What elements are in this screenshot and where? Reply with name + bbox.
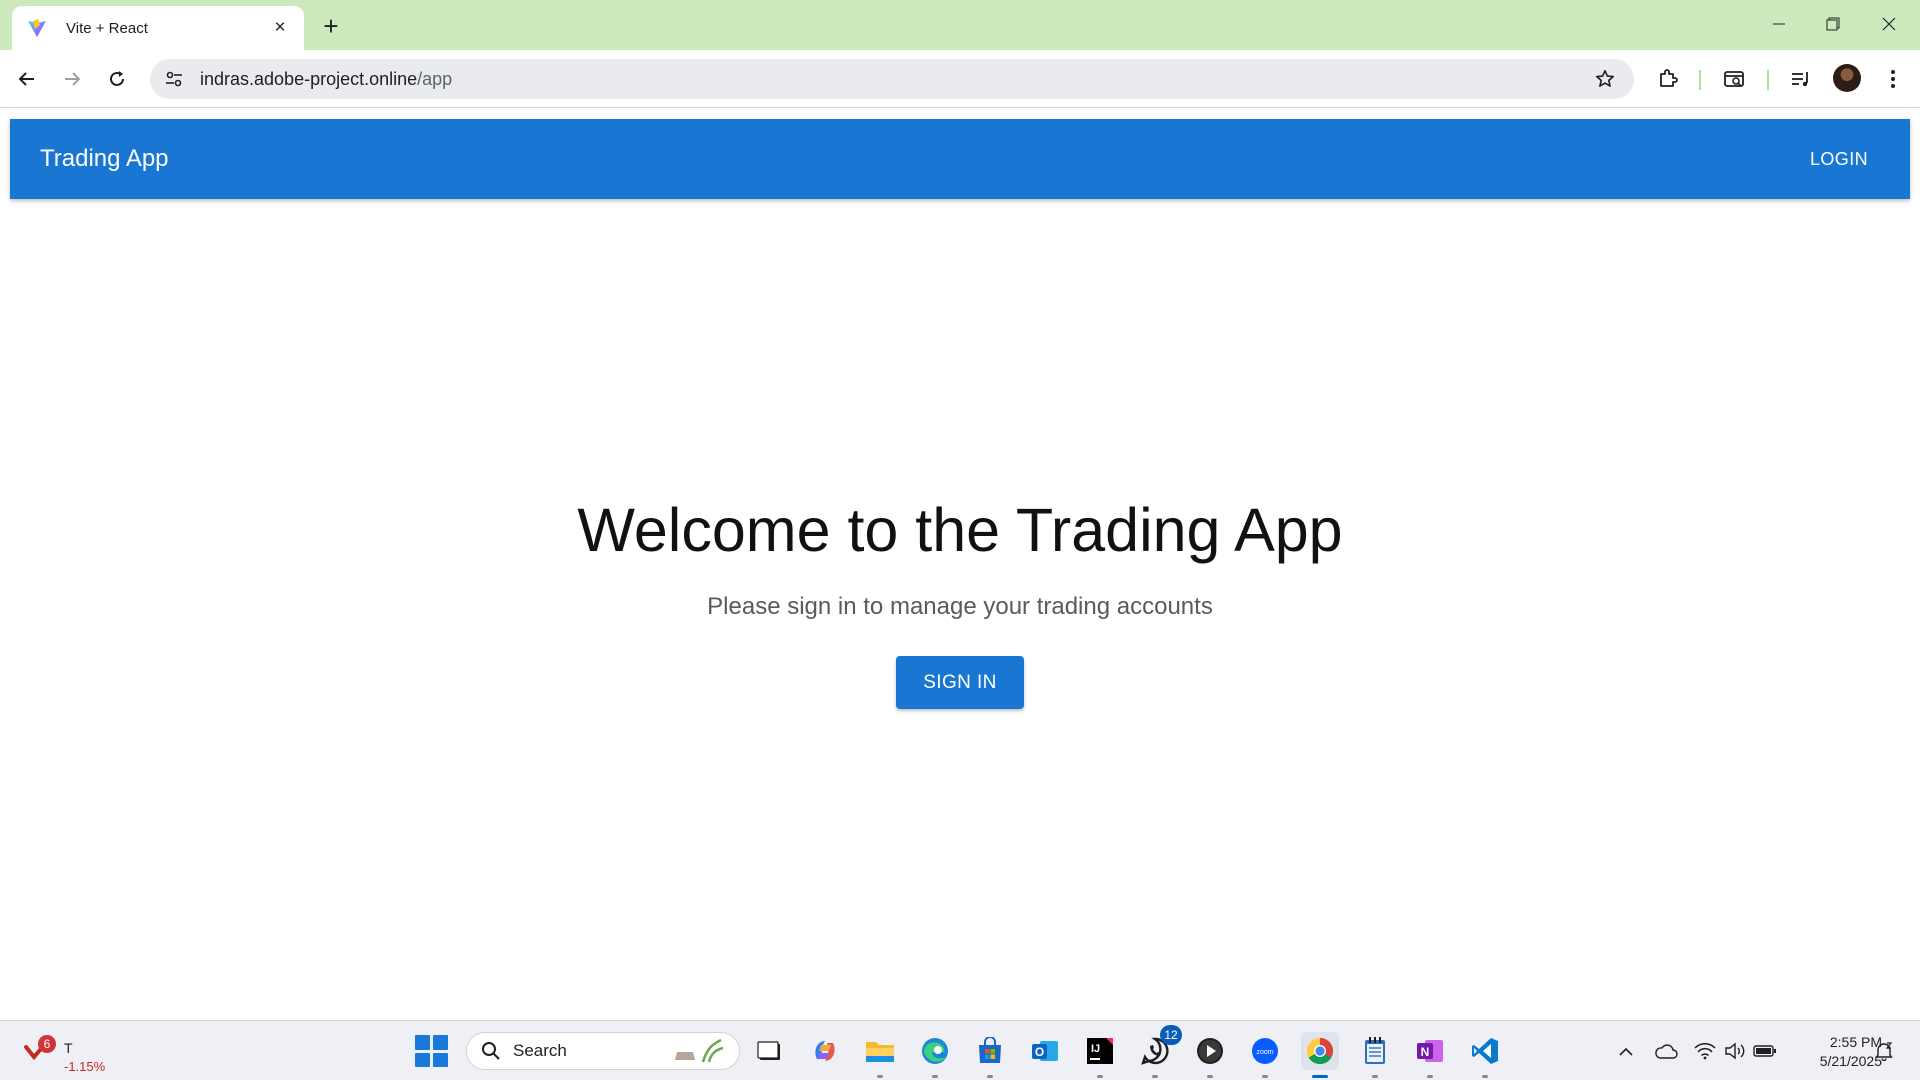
tab-search-icon[interactable] <box>1717 62 1751 96</box>
url-path: /app <box>417 68 453 89</box>
new-tab-button[interactable]: + <box>316 11 346 41</box>
clock-date: 5/21/2025 <box>1819 1053 1882 1069</box>
restore-icon[interactable] <box>1810 6 1856 42</box>
onedrive-icon[interactable] <box>1654 1039 1678 1063</box>
svg-text:N: N <box>1421 1045 1430 1059</box>
whatsapp-icon[interactable]: 12 <box>1136 1025 1182 1078</box>
clock-time: 2:55 PM <box>1829 1034 1882 1050</box>
tab-close-icon[interactable]: × <box>268 16 292 40</box>
tab-title: Vite + React <box>66 19 148 37</box>
windows-taskbar: 6 T -1.15% Search O IJ 12 zoom N 2:55 PM… <box>0 1020 1920 1080</box>
search-icon <box>482 1042 500 1060</box>
running-indicator <box>877 1075 883 1078</box>
chrome-icon[interactable] <box>1301 1032 1339 1078</box>
notepad-icon[interactable] <box>1356 1032 1394 1078</box>
running-indicator <box>987 1075 993 1078</box>
battery-icon[interactable] <box>1753 1039 1777 1063</box>
browser-toolbar: indras.adobe-project.online/app <box>0 50 1920 108</box>
extensions-icon[interactable] <box>1651 62 1685 96</box>
svg-text:O: O <box>1035 1045 1044 1059</box>
url-host: indras.adobe-project.online <box>200 68 418 89</box>
system-clock[interactable]: 2:55 PM 5/21/2025 <box>1792 1033 1882 1071</box>
zoom-icon[interactable]: zoom <box>1246 1032 1284 1078</box>
stock-widget[interactable]: 6 T -1.15% <box>22 1029 122 1074</box>
media-player-icon[interactable] <box>1191 1032 1229 1078</box>
file-explorer-icon[interactable] <box>861 1032 899 1078</box>
stock-change: -1.15% <box>64 1059 106 1074</box>
running-indicator <box>1482 1075 1488 1078</box>
welcome-subheading: Please sign in to manage your trading ac… <box>707 593 1213 620</box>
running-indicator <box>1262 1075 1268 1078</box>
bookmark-star-icon[interactable] <box>1588 62 1622 96</box>
wifi-icon[interactable] <box>1693 1039 1717 1063</box>
running-indicator <box>1207 1075 1213 1078</box>
microsoft-store-icon[interactable] <box>971 1032 1009 1078</box>
widget-badge: 6 <box>38 1035 56 1053</box>
task-view-icon[interactable] <box>750 1032 788 1070</box>
vscode-icon[interactable] <box>1466 1032 1504 1078</box>
svg-text:IJ: IJ <box>1091 1043 1100 1055</box>
running-indicator <box>1427 1075 1433 1078</box>
url-text[interactable]: indras.adobe-project.online/app <box>200 69 1588 90</box>
vite-icon <box>26 17 48 39</box>
whatsapp-badge: 12 <box>1160 1025 1182 1045</box>
site-info-icon[interactable] <box>156 61 192 97</box>
volume-icon[interactable] <box>1723 1039 1747 1063</box>
toolbar-divider <box>1767 70 1769 90</box>
browser-tab-strip: Vite + React × + <box>0 0 1920 50</box>
intellij-icon[interactable]: IJ <box>1081 1032 1119 1078</box>
sign-in-button[interactable]: SIGN IN <box>896 656 1024 709</box>
chevron-up-icon[interactable] <box>1614 1039 1638 1063</box>
app-title: Trading App <box>40 145 169 172</box>
running-indicator <box>1097 1075 1103 1078</box>
onenote-icon[interactable]: N <box>1411 1032 1449 1078</box>
copilot-icon[interactable] <box>806 1032 844 1070</box>
running-indicator <box>932 1075 938 1078</box>
stock-ticker: T <box>64 1040 73 1056</box>
toolbar-divider <box>1699 70 1701 90</box>
outlook-icon[interactable]: O <box>1026 1032 1064 1070</box>
forward-icon[interactable] <box>55 62 89 96</box>
notification-bell-icon[interactable] <box>1872 1039 1896 1063</box>
browser-tab[interactable]: Vite + React × <box>12 6 304 50</box>
running-indicator <box>1372 1075 1378 1078</box>
active-indicator <box>1312 1075 1328 1078</box>
svg-text:zoom: zoom <box>1256 1049 1273 1056</box>
welcome-heading: Welcome to the Trading App <box>577 496 1343 564</box>
running-indicator <box>1152 1075 1158 1078</box>
edge-icon[interactable] <box>916 1032 954 1078</box>
app-header: Trading App LOGIN <box>10 119 1910 199</box>
search-label: Search <box>513 1041 567 1060</box>
taskbar-search[interactable]: Search <box>466 1032 740 1070</box>
chrome-menu-icon[interactable] <box>1876 62 1910 96</box>
reload-icon[interactable] <box>100 62 134 96</box>
login-button[interactable]: LOGIN <box>1798 141 1880 178</box>
back-icon[interactable] <box>10 62 44 96</box>
close-icon[interactable] <box>1866 6 1912 42</box>
media-control-icon[interactable] <box>1784 62 1818 96</box>
search-highlight-icon <box>675 1038 724 1063</box>
welcome-section: Welcome to the Trading App Please sign i… <box>0 490 1920 709</box>
profile-avatar[interactable] <box>1833 64 1861 92</box>
windows-start-icon[interactable] <box>414 1034 448 1068</box>
address-bar[interactable]: indras.adobe-project.online/app <box>150 59 1634 99</box>
minimize-icon[interactable] <box>1756 6 1802 42</box>
